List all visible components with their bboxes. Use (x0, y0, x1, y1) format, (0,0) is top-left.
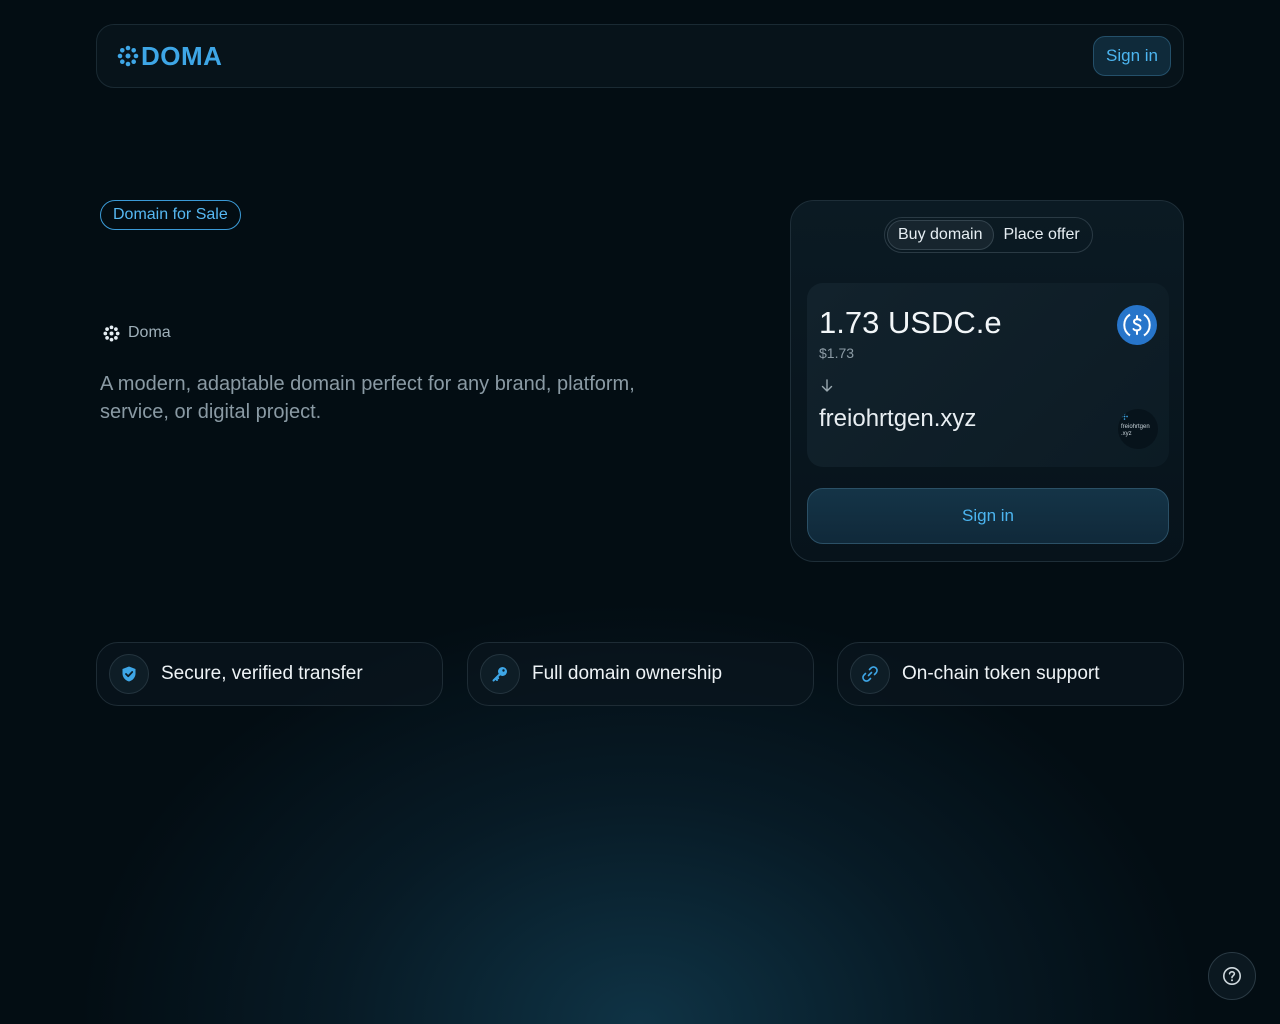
key-icon (480, 654, 520, 694)
shield-check-icon (109, 654, 149, 694)
domain-thumb-text: freiohrtgen .xyz (1121, 424, 1150, 437)
help-icon (1223, 967, 1241, 985)
domain-thumbnail: freiohrtgen .xyz (1118, 409, 1158, 449)
doma-thumb-icon (1121, 413, 1128, 420)
feature-label: Secure, verified transfer (161, 663, 363, 684)
price-amount: 1.73 USDC.e (819, 305, 1002, 340)
help-button[interactable] (1208, 952, 1256, 1000)
panel-sign-in-button[interactable]: Sign in (807, 488, 1169, 544)
tab-place-offer[interactable]: Place offer (994, 220, 1090, 250)
fiat-value: $1.73 (819, 345, 855, 361)
arrow-down-icon (821, 379, 833, 392)
brand-name: Doma (128, 324, 171, 341)
feature-onchain-token: On-chain token support (837, 642, 1184, 706)
purchase-tabs: Buy domain Place offer (884, 217, 1093, 253)
domain-for-sale-badge: Domain for Sale (100, 200, 241, 230)
domain-description: A modern, adaptable domain perfect for a… (100, 373, 635, 423)
feature-label: Full domain ownership (532, 663, 723, 684)
brand-row: Doma (103, 324, 171, 342)
domain-name: freiohrtgen.xyz (819, 405, 977, 432)
link-icon (850, 654, 890, 694)
feature-full-ownership: Full domain ownership (467, 642, 814, 706)
usdc-icon (1117, 305, 1157, 345)
top-header: DOMA Sign in (96, 24, 1184, 88)
price-quote-card: 1.73 USDC.e $1.73 freiohrtgen.xyz freioh… (807, 283, 1169, 467)
feature-label: On-chain token support (902, 663, 1100, 684)
doma-logo-icon (117, 45, 139, 67)
purchase-panel: Buy domain Place offer 1.73 USDC.e $1.73… (790, 200, 1184, 562)
doma-small-icon (103, 324, 120, 342)
doma-logo[interactable]: DOMA (117, 41, 222, 72)
feature-secure-transfer: Secure, verified transfer (96, 642, 443, 706)
header-sign-in-button[interactable]: Sign in (1093, 36, 1171, 76)
logo-text: DOMA (141, 40, 223, 71)
tab-buy-domain[interactable]: Buy domain (887, 220, 994, 250)
